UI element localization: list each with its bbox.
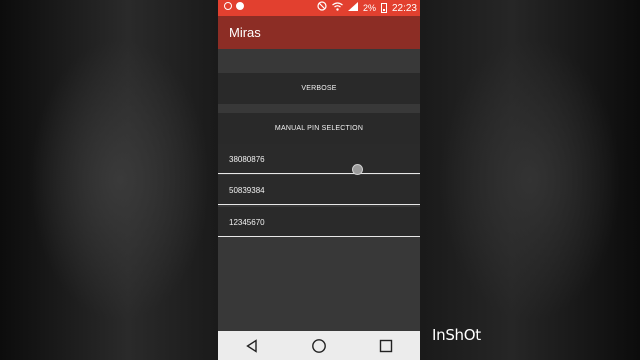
status-right-icons: 2% 22:23 xyxy=(317,1,417,15)
touch-indicator xyxy=(352,164,363,175)
status-bar: 2% 22:23 xyxy=(218,0,420,16)
manual-pin-selection-label: MANUAL PIN SELECTION xyxy=(274,125,364,132)
pin-list-item[interactable]: 50839384 xyxy=(218,175,420,205)
pin-value: 12345670 xyxy=(229,218,265,227)
recents-button[interactable] xyxy=(376,336,396,356)
pin-value: 38080876 xyxy=(229,155,265,164)
wifi-icon xyxy=(332,1,343,15)
main-content: VERBOSE MANUAL PIN SELECTION 38080876 50… xyxy=(218,49,420,331)
app-bar: Miras xyxy=(218,16,420,49)
status-left-icons xyxy=(224,2,244,10)
verbose-button-label: VERBOSE xyxy=(301,85,337,92)
pin-list-item[interactable]: 38080876 xyxy=(218,144,420,174)
signal-icon xyxy=(347,1,358,15)
navigation-bar xyxy=(218,331,420,360)
circle-icon xyxy=(224,2,232,10)
back-icon xyxy=(245,338,257,353)
app-title: Miras xyxy=(229,25,261,40)
mute-icon xyxy=(317,1,327,15)
pin-list-item[interactable]: 12345670 xyxy=(218,207,420,237)
battery-percent: 2% xyxy=(362,3,376,13)
home-button[interactable] xyxy=(309,336,329,356)
home-icon xyxy=(312,338,326,353)
status-time: 22:23 xyxy=(391,2,417,14)
inshot-watermark: InShOt xyxy=(432,326,481,344)
recording-icon xyxy=(236,2,244,10)
recents-icon xyxy=(380,339,393,352)
pin-value: 50839384 xyxy=(229,186,265,195)
battery-icon xyxy=(380,3,387,13)
back-button[interactable] xyxy=(242,336,262,356)
verbose-button[interactable]: VERBOSE xyxy=(218,73,420,104)
phone-screen: 2% 22:23 Miras VERBOSE MANUAL PIN SELECT… xyxy=(218,0,420,360)
manual-pin-selection-button[interactable]: MANUAL PIN SELECTION xyxy=(218,113,420,144)
